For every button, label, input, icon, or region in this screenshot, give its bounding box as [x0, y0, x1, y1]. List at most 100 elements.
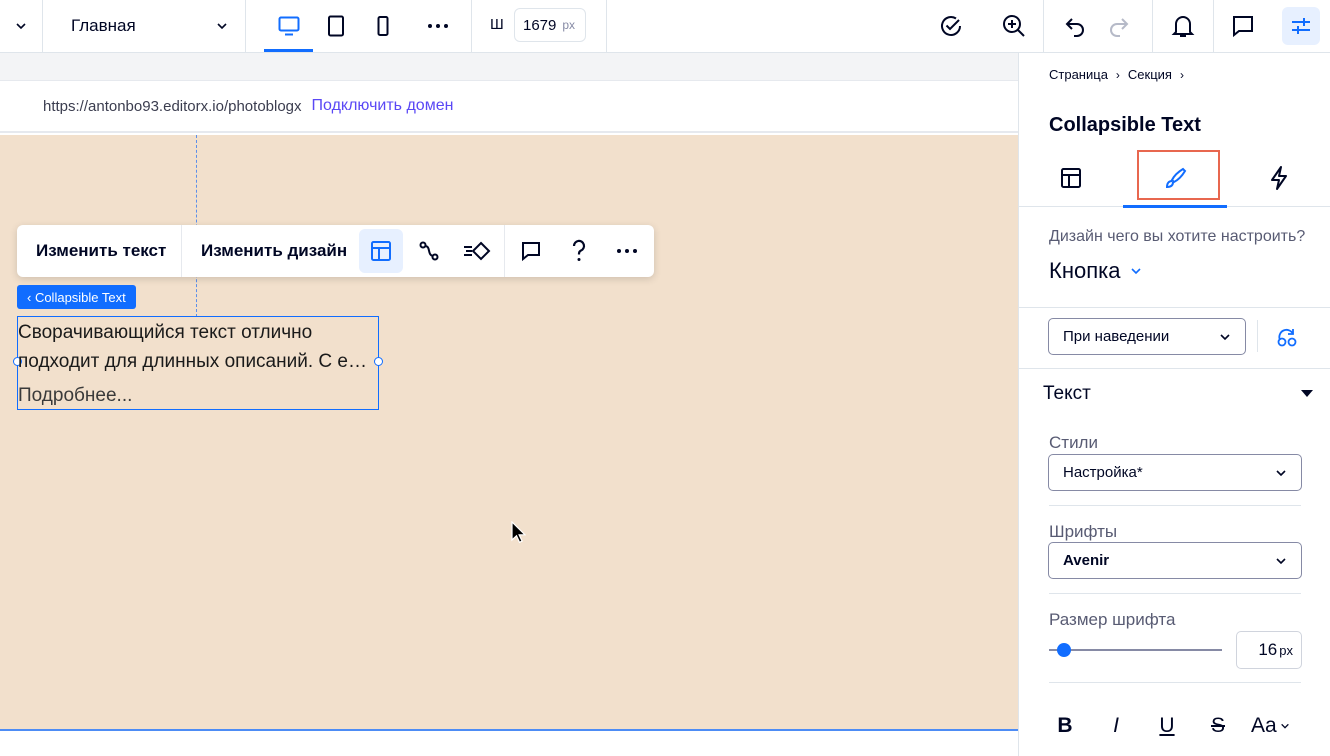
layout-icon — [1061, 168, 1081, 188]
canvas-ruler-strip — [0, 53, 1018, 81]
state-dropdown[interactable]: При наведении — [1048, 318, 1246, 355]
mobile-icon — [377, 16, 389, 36]
site-url-bar: https://antonbo93.editorx.io/photoblogx … — [0, 81, 1018, 133]
underline-button[interactable]: U — [1149, 708, 1185, 744]
divider — [1049, 593, 1301, 594]
site-menu-chevron-icon[interactable] — [0, 0, 42, 52]
divider — [1019, 307, 1330, 308]
strikethrough-button[interactable]: S — [1200, 708, 1236, 744]
font-value: Avenir — [1063, 552, 1110, 569]
divider — [1152, 0, 1153, 52]
canvas-width-input[interactable]: 1679 px — [514, 8, 586, 42]
more-actions-button[interactable] — [605, 229, 649, 273]
divider — [1049, 682, 1301, 683]
desktop-icon — [278, 16, 299, 36]
layout-button[interactable] — [359, 229, 403, 273]
breadcrumb-section[interactable]: Секция — [1128, 67, 1172, 82]
path-icon — [419, 241, 439, 261]
text-section-header[interactable]: Текст — [1043, 383, 1313, 405]
check-circle-icon — [941, 16, 961, 36]
question-icon — [572, 239, 586, 261]
desktop-view-button[interactable] — [264, 0, 313, 52]
more-breakpoints-button[interactable] — [415, 0, 461, 52]
page-name: Главная — [71, 16, 136, 35]
edit-design-button[interactable]: Изменить дизайн — [201, 225, 347, 277]
chevron-down-icon — [1131, 268, 1142, 275]
bell-icon — [1171, 16, 1195, 37]
more-icon — [428, 24, 448, 28]
chevron-down-icon — [1276, 557, 1286, 564]
mouse-cursor-icon — [511, 521, 526, 544]
font-size-slider-handle[interactable] — [1057, 643, 1071, 657]
state-value: При наведении — [1063, 328, 1170, 345]
undo-icon — [1065, 18, 1084, 37]
help-button[interactable] — [557, 229, 601, 273]
width-label: Ш — [490, 16, 504, 33]
more-icon — [617, 249, 637, 253]
mobile-view-button[interactable] — [360, 0, 406, 52]
page-selector[interactable]: Главная — [43, 0, 245, 52]
comment-button[interactable] — [509, 229, 553, 273]
tab-layout[interactable] — [1019, 149, 1123, 207]
design-target-value: Кнопка — [1049, 258, 1121, 283]
width-value: 1679 — [523, 16, 557, 34]
divider — [606, 0, 607, 52]
sliders-icon — [1292, 18, 1310, 34]
redo-button[interactable] — [1096, 0, 1142, 52]
read-more-link[interactable]: Подробнее... — [18, 385, 132, 407]
layout-icon — [371, 241, 391, 261]
body-line: подходит для длинных описаний. С е… — [18, 351, 367, 372]
zoom-button[interactable] — [991, 0, 1037, 52]
selection-tag[interactable]: ‹ Collapsible Text — [17, 285, 136, 309]
breadcrumb: Страница › Секция › — [1049, 67, 1184, 82]
tablet-icon — [328, 15, 344, 37]
collapsible-text-body: Сворачивающийся текст отлично подходит д… — [18, 318, 378, 376]
edit-text-button[interactable]: Изменить текст — [36, 225, 166, 277]
comment-icon — [1233, 16, 1253, 38]
comments-button[interactable] — [1220, 0, 1266, 52]
cycle-icon — [1277, 328, 1297, 347]
font-size-label: Размер шрифта — [1049, 610, 1176, 629]
chevron-right-icon: › — [1179, 67, 1184, 82]
font-size-input[interactable]: 16 px — [1236, 631, 1302, 669]
font-dropdown[interactable]: Avenir — [1048, 542, 1302, 579]
divider — [1213, 0, 1214, 52]
animation-button[interactable] — [407, 229, 451, 273]
chevron-down-icon — [1276, 469, 1286, 476]
divider — [181, 225, 182, 277]
inspector-toggle-button[interactable] — [1282, 7, 1320, 45]
font-size-value: 16 — [1258, 640, 1278, 659]
lightning-icon — [1271, 166, 1287, 190]
styles-dropdown[interactable]: Настройка* — [1048, 454, 1302, 491]
site-url: https://antonbo93.editorx.io/photoblogx — [43, 97, 302, 115]
canvas-section-bottom — [0, 729, 1018, 756]
breadcrumb-page[interactable]: Страница — [1049, 67, 1108, 82]
font-size-slider[interactable] — [1049, 649, 1222, 651]
divider — [1019, 368, 1330, 369]
text-case-label: Aa — [1251, 714, 1277, 737]
chevron-down-icon — [1280, 723, 1289, 729]
reset-state-button[interactable] — [1267, 319, 1307, 355]
divider — [1257, 320, 1258, 352]
chevron-down-icon — [1220, 333, 1230, 340]
effects-button[interactable] — [455, 229, 499, 273]
design-target-question: Дизайн чего вы хотите настроить? — [1049, 228, 1306, 245]
notifications-button[interactable] — [1160, 0, 1206, 52]
tab-interactions[interactable] — [1227, 149, 1330, 207]
site-checker-button[interactable] — [928, 0, 974, 52]
undo-button[interactable] — [1052, 0, 1098, 52]
connect-domain-link[interactable]: Подключить домен — [312, 97, 454, 115]
text-case-button[interactable]: Aa — [1251, 708, 1301, 744]
redo-icon — [1110, 18, 1129, 37]
zoom-in-icon — [1003, 15, 1025, 37]
bold-button[interactable]: B — [1047, 708, 1083, 744]
tablet-view-button[interactable] — [313, 0, 359, 52]
divider — [1049, 505, 1301, 506]
section-title: Текст — [1043, 383, 1091, 404]
design-target-selector[interactable]: Кнопка — [1049, 258, 1142, 284]
chevron-down-icon — [217, 23, 227, 30]
inspector-panel: Страница › Секция › Collapsible Text Диз… — [1018, 53, 1330, 756]
diamond-motion-icon — [464, 241, 491, 261]
comment-icon — [522, 242, 540, 262]
italic-button[interactable]: I — [1098, 708, 1134, 744]
